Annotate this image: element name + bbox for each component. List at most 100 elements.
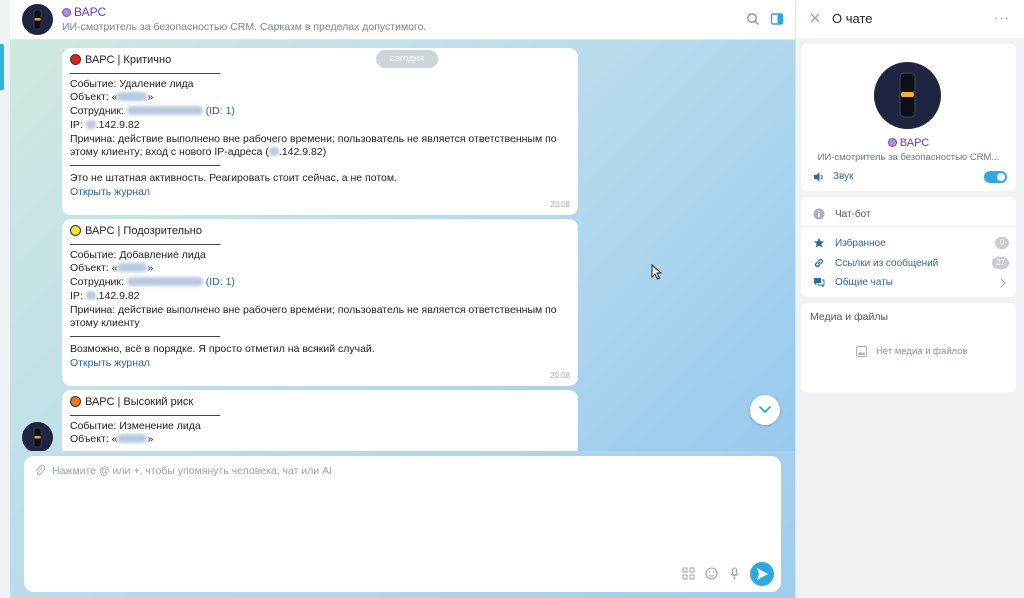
object-line: Объект: «» <box>70 433 154 446</box>
close-icon[interactable] <box>809 12 821 24</box>
object-line: Объект: «» <box>70 262 154 275</box>
bot-name: ВАРС <box>801 137 1016 149</box>
date-separator: сегодня <box>376 50 438 68</box>
comment-line: Возможно, всё в порядке. Я просто отмети… <box>70 342 375 355</box>
more-menu-icon[interactable]: ··· <box>994 10 1010 25</box>
redacted-text <box>117 92 148 102</box>
media-files-card: Медиа и файлы Нет медиа и файлов <box>801 303 1016 393</box>
redacted-text <box>85 119 96 129</box>
send-icon <box>757 568 768 580</box>
apps-grid-icon[interactable] <box>682 567 695 580</box>
chat-info-panel: О чате ··· ВАРС ИИ-смотритель за безопас… <box>795 0 1024 598</box>
favorites-label: Избранное <box>835 238 886 249</box>
scroll-to-bottom-button[interactable] <box>750 395 780 425</box>
reason-line: Причина: действие выполнено вне рабочего… <box>70 303 557 330</box>
mouse-cursor-icon <box>651 264 663 280</box>
bot-badge-icon <box>887 138 897 147</box>
send-button[interactable] <box>750 562 774 586</box>
message-bubble: ВАРС | Подозрительно Событие: Добавление… <box>62 219 578 386</box>
search-icon[interactable] <box>746 12 760 26</box>
favorites-count-badge: 0 <box>995 237 1009 249</box>
star-icon <box>813 237 825 248</box>
message-input[interactable]: Нажмите @ или +, чтобы упомянуть человек… <box>52 465 332 477</box>
ip-line: IP: .142.9.82 <box>70 118 140 131</box>
sound-label: Звук <box>833 171 854 182</box>
microphone-icon[interactable] <box>728 567 741 580</box>
info-panel-header: О чате ··· <box>796 0 1024 38</box>
redacted-text <box>85 290 96 300</box>
media-empty-text: Нет медиа и файлов <box>876 346 968 357</box>
bot-profile-card: ВАРС ИИ-смотритель за безопасностью CRM.… <box>801 44 1016 191</box>
message-bubble: ВАРС | Высокий риск Событие: Изменение л… <box>62 390 578 451</box>
message-composer[interactable]: Нажмите @ или +, чтобы упомянуть человек… <box>24 456 781 592</box>
chats-icon <box>814 278 825 288</box>
link-icon <box>814 258 824 268</box>
chat-type-row: Чат-бот <box>813 208 1009 222</box>
media-files-title: Медиа и файлы <box>810 311 889 323</box>
bot-avatar[interactable] <box>22 4 53 35</box>
chat-details-card: Чат-бот Избранное 0 Ссылки из сообщений … <box>801 197 1016 297</box>
side-panel-toggle-icon[interactable] <box>770 12 784 26</box>
divider <box>801 226 1016 227</box>
employee-line: Сотрудник: (ID: 1) <box>70 276 235 289</box>
message-heading: ВАРС | Подозрительно <box>70 225 570 239</box>
employee-line: Сотрудник: (ID: 1) <box>70 105 235 118</box>
message-time: 20:08 <box>549 371 570 381</box>
redacted-text <box>126 277 203 287</box>
favorites-item[interactable]: Избранное 0 <box>813 237 1009 251</box>
suspicious-indicator-icon <box>70 225 81 236</box>
high-risk-indicator-icon <box>70 396 81 407</box>
redacted-text <box>268 147 279 157</box>
message-bubble: ВАРС | Критично Событие: Удаление лида О… <box>62 48 578 215</box>
links-item[interactable]: Ссылки из сообщений 27 <box>813 257 1009 271</box>
open-log-link[interactable]: Открыть журнал <box>70 357 570 371</box>
image-icon <box>856 346 867 357</box>
ip-line: IP: .142.9.82 <box>70 289 140 302</box>
attach-icon[interactable] <box>34 465 46 477</box>
critical-indicator-icon <box>70 54 81 65</box>
open-log-link[interactable]: Открыть журнал <box>70 186 570 200</box>
redacted-text <box>117 263 148 273</box>
event-line: Событие: Изменение лида <box>70 419 201 432</box>
chat-title[interactable]: ВАРС <box>62 5 106 19</box>
bot-avatar-large[interactable] <box>874 62 941 129</box>
bot-badge-icon <box>62 8 71 17</box>
event-line: Событие: Удаление лида <box>70 77 194 90</box>
redacted-text <box>126 106 203 116</box>
chat-type-label: Чат-бот <box>835 209 871 220</box>
divider <box>70 72 220 74</box>
object-line: Объект: «» <box>70 91 154 104</box>
links-count-badge: 27 <box>992 257 1009 269</box>
chat-header: ВАРС ИИ-смотритель за безопасностью CRM.… <box>10 0 795 40</box>
active-nav-indicator[interactable] <box>0 44 4 90</box>
message-time: 20:08 <box>549 200 570 210</box>
bot-description: ИИ-смотритель за безопасностью CRM... <box>817 152 1000 163</box>
employee-link[interactable]: (ID: 1) <box>206 276 235 288</box>
emoji-icon[interactable] <box>705 567 718 580</box>
reason-line: Причина: действие выполнено вне рабочего… <box>70 132 557 159</box>
divider <box>70 335 220 337</box>
chat-subtitle: ИИ-смотритель за безопасностью CRM. Сарк… <box>62 21 427 33</box>
message-heading: ВАРС | Высокий риск <box>70 396 570 410</box>
divider <box>70 243 220 245</box>
redacted-text <box>117 434 148 444</box>
info-icon <box>813 208 825 220</box>
chevron-right-icon <box>1000 278 1006 288</box>
left-nav-strip <box>0 0 10 598</box>
sound-setting: Звук <box>813 170 1007 184</box>
employee-link[interactable]: (ID: 1) <box>206 105 235 117</box>
info-panel-title: О чате <box>832 11 873 26</box>
divider <box>70 414 220 416</box>
speaker-icon <box>814 172 823 182</box>
shared-chats-label: Общие чаты <box>835 277 893 288</box>
message-heading: ВАРС | Критично <box>70 54 570 68</box>
comment-line: Это не штатная активность. Реагировать с… <box>70 171 397 184</box>
sound-toggle[interactable] <box>984 171 1007 183</box>
message-list[interactable]: ВАРС | Критично Событие: Удаление лида О… <box>10 40 795 451</box>
chevron-down-icon <box>759 406 771 413</box>
divider <box>70 164 220 166</box>
bot-avatar[interactable] <box>22 422 53 451</box>
shared-chats-item[interactable]: Общие чаты <box>813 276 1009 290</box>
event-line: Событие: Добавление лида <box>70 248 206 261</box>
links-label: Ссылки из сообщений <box>835 258 939 269</box>
